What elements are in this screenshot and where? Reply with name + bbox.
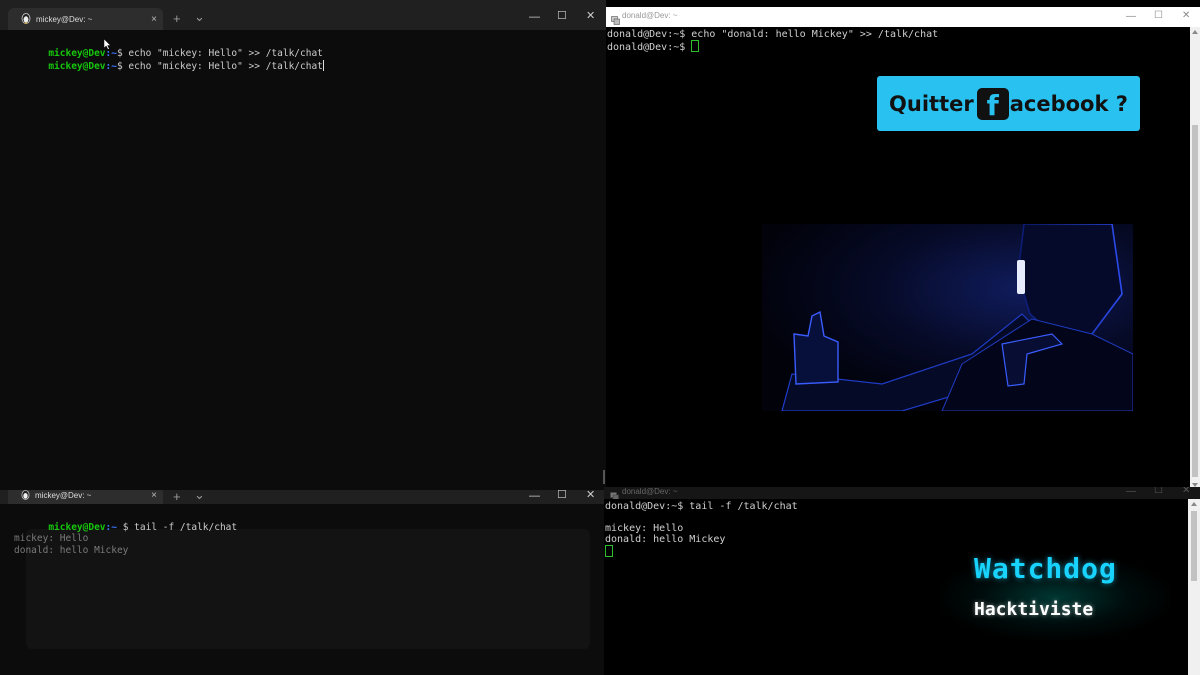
close-button[interactable]: ✕ <box>586 490 595 501</box>
window-title: donald@Dev: ~ <box>622 11 678 20</box>
faded-overlay-panel <box>26 529 590 649</box>
minimize-button[interactable]: — <box>529 491 540 502</box>
tab-close-icon[interactable]: × <box>151 14 157 25</box>
watchdog-logo: Watchdog Hacktiviste <box>930 545 1180 645</box>
scroll-up-arrow-icon[interactable] <box>1191 502 1197 506</box>
terminal-tab[interactable]: mickey@Dev: ~ × <box>8 8 163 30</box>
close-button[interactable]: ✕ <box>1182 11 1190 21</box>
scrollbar-thumb[interactable] <box>1192 125 1198 477</box>
minimize-button[interactable]: — <box>1126 12 1136 22</box>
terminal-tab-bar: mickey@Dev: ~ × + ⌄ — ☐ ✕ <box>0 490 606 504</box>
close-button[interactable]: ✕ <box>1182 487 1190 496</box>
terminal-output[interactable]: mickey@Dev:~ $ tail -f /talk/chat mickey… <box>0 504 606 675</box>
facebook-logo-icon: f <box>976 87 1009 122</box>
putty-title-bar: donald@Dev: ~ — ☐ ✕ <box>604 487 1200 501</box>
maximize-button[interactable]: ☐ <box>557 490 567 501</box>
minimize-button[interactable]: — <box>529 12 540 23</box>
tab-dropdown-icon[interactable]: ⌄ <box>194 10 205 23</box>
tab-label: mickey@Dev: ~ <box>35 490 92 500</box>
tab-label: mickey@Dev: ~ <box>36 14 93 24</box>
terminal-tab-bar: mickey@Dev: ~ × + ⌄ — ☐ ✕ <box>0 0 606 30</box>
text-cursor <box>322 60 324 71</box>
scroll-up-arrow-icon[interactable] <box>1192 30 1198 34</box>
linux-penguin-icon <box>21 490 30 502</box>
maximize-button[interactable]: ☐ <box>1154 487 1163 496</box>
watchdog-title: Watchdog <box>974 552 1117 585</box>
terminal-tab[interactable]: mickey@Dev: ~ × <box>8 490 163 504</box>
chat-output-line: donald: hello Mickey <box>605 534 726 545</box>
terminal-window-mickey-bottom[interactable]: mickey@Dev: ~ × + ⌄ — ☐ ✕ mickey@Dev:~ $… <box>0 490 606 675</box>
vertical-scrollbar[interactable] <box>1190 27 1200 490</box>
close-button[interactable]: ✕ <box>586 11 595 22</box>
linux-penguin-icon <box>21 12 31 26</box>
terminal-output[interactable]: mickey@Dev:~$ echo "mickey: Hello" >> /t… <box>0 30 606 490</box>
block-cursor <box>691 40 700 52</box>
banner-text-after: acebook ? <box>1009 91 1128 116</box>
terminal-line <box>605 545 613 559</box>
scrollbar-thumb[interactable] <box>603 470 605 484</box>
window-title: donald@Dev: ~ <box>622 487 678 496</box>
terminal-line: donald@Dev:~$ <box>607 40 700 54</box>
terminal-line: mickey@Dev:~$ echo "mickey: Hello" >> /t… <box>48 60 324 72</box>
maximize-button[interactable]: ☐ <box>1154 11 1163 21</box>
tab-dropdown-icon[interactable]: ⌄ <box>194 490 205 501</box>
new-tab-button[interactable]: + <box>173 12 181 25</box>
tab-close-icon[interactable]: × <box>151 490 157 501</box>
minimize-button[interactable]: — <box>1126 487 1136 497</box>
block-cursor <box>605 545 613 557</box>
terminal-window-mickey-top[interactable]: mickey@Dev: ~ × + ⌄ — ☐ ✕ mickey@Dev:~$ … <box>0 0 606 490</box>
hacker-thumbs-up-image <box>762 224 1133 411</box>
scrollbar-thumb[interactable] <box>1191 511 1197 581</box>
new-tab-button[interactable]: + <box>173 490 181 503</box>
banner-text-before: Quitter <box>889 91 974 116</box>
quitter-facebook-banner: Quitter f acebook ? <box>877 76 1140 131</box>
hacktiviste-subtitle: Hacktiviste <box>974 599 1094 620</box>
mouse-pointer-icon <box>104 39 112 50</box>
putty-title-bar: donald@Dev: ~ — ☐ ✕ <box>606 7 1200 27</box>
vertical-scrollbar[interactable] <box>1188 499 1200 675</box>
terminal-line: donald@Dev:~$ tail -f /talk/chat <box>605 501 798 512</box>
maximize-button[interactable]: ☐ <box>557 11 567 22</box>
